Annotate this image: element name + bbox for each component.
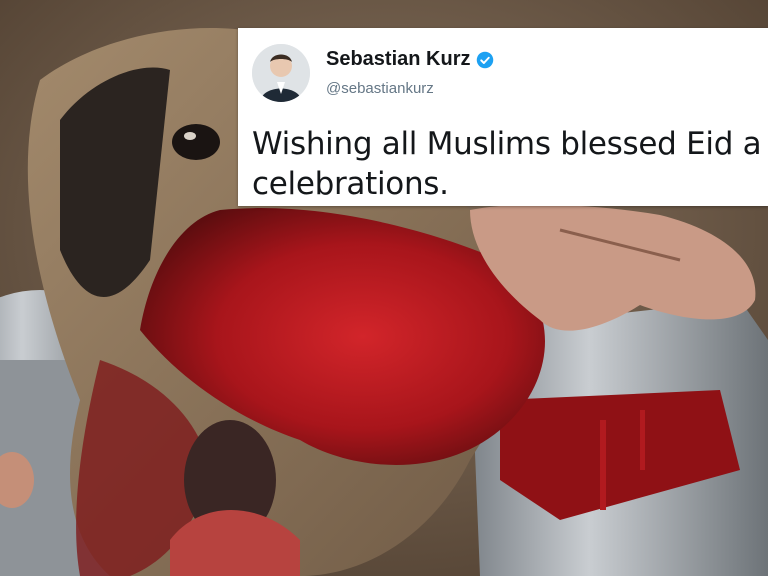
avatar[interactable] [252, 44, 310, 102]
avatar-portrait-icon [252, 44, 310, 102]
tweet-card: Sebastian Kurz @sebastiankurz Wishing al… [238, 28, 768, 206]
user-handle[interactable]: @sebastiankurz [326, 80, 434, 97]
name-row: Sebastian Kurz [326, 48, 494, 71]
verified-badge-icon [477, 51, 494, 68]
display-name[interactable]: Sebastian Kurz [326, 48, 470, 71]
tweet-text: Wishing all Muslims blessed Eid a celebr… [252, 126, 762, 202]
